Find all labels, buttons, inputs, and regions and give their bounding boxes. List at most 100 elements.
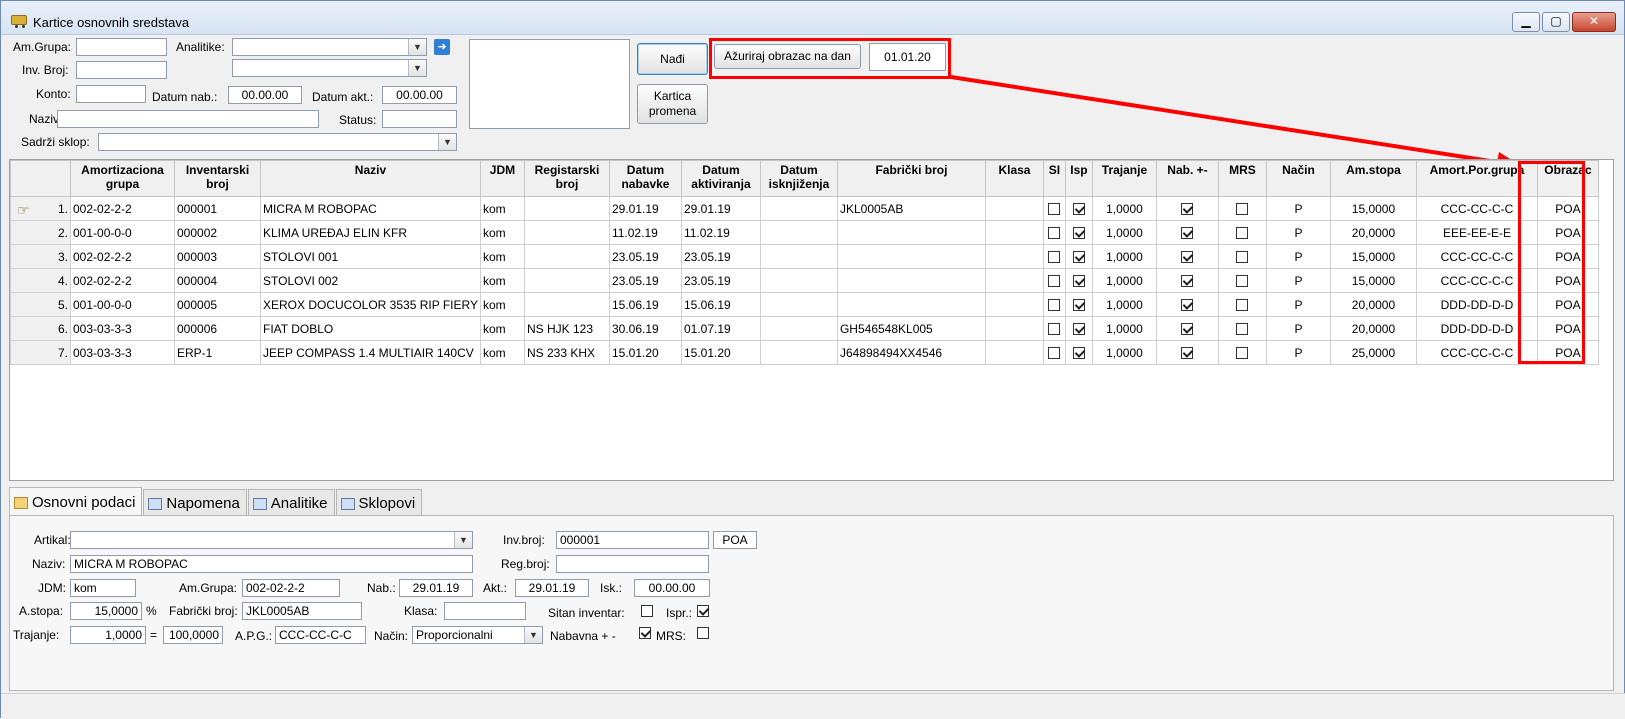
mrs-cell[interactable]: [1217, 220, 1267, 245]
asset-group-cell[interactable]: 002-02-2-2: [70, 268, 175, 293]
mrs-checkbox[interactable]: [1236, 227, 1249, 240]
column-header[interactable]: Am.stopa: [1329, 160, 1417, 197]
table-row[interactable]: 3. 002-02-2-2 000003 STOLOVI 001 kom 23.05.19…: [10, 244, 1599, 269]
registration-cell[interactable]: NS 233 KHX: [523, 340, 610, 365]
registration-cell[interactable]: [523, 220, 610, 245]
nab-input[interactable]: 29.01.19: [399, 579, 473, 597]
asset-name-cell[interactable]: STOLOVI 002: [260, 268, 481, 293]
activation-date-cell[interactable]: 15.06.19: [680, 292, 761, 317]
asset-group-cell[interactable]: 002-02-2-2: [70, 244, 175, 269]
tab-osnovni-podaci[interactable]: Osnovni podaci: [9, 487, 143, 515]
column-header[interactable]: Inventarski broj: [174, 160, 261, 197]
nab-pm-checkbox[interactable]: [1181, 227, 1194, 240]
unit-cell[interactable]: kom: [479, 268, 525, 293]
mrs-checkbox[interactable]: [697, 627, 709, 639]
si-cell[interactable]: [1042, 196, 1066, 221]
duration-cell[interactable]: 1,0000: [1091, 340, 1157, 365]
si-checkbox[interactable]: [1048, 203, 1061, 216]
isp-checkbox[interactable]: [1072, 299, 1085, 312]
nab-pm-checkbox[interactable]: [1181, 275, 1194, 288]
duration-cell[interactable]: 1,0000: [1091, 196, 1157, 221]
nab-pm-checkbox[interactable]: [1181, 299, 1194, 312]
mrs-cell[interactable]: [1217, 316, 1267, 341]
method-cell[interactable]: P: [1265, 316, 1331, 341]
column-header[interactable]: SI: [1042, 160, 1066, 197]
duration-cell[interactable]: 1,0000: [1091, 292, 1157, 317]
si-cell[interactable]: [1042, 220, 1066, 245]
activation-date-cell[interactable]: 23.05.19: [680, 268, 761, 293]
column-header[interactable]: Isp: [1064, 160, 1093, 197]
apg-input[interactable]: CCC-CC-C-C: [275, 626, 366, 644]
isp-checkbox[interactable]: [1072, 251, 1085, 264]
nab-pm-cell[interactable]: [1155, 292, 1219, 317]
tab-napomena[interactable]: Napomena: [143, 489, 247, 515]
writeoff-date-cell[interactable]: [759, 316, 838, 341]
rate-cell[interactable]: 15,0000: [1329, 244, 1417, 269]
inventory-number-cell[interactable]: 000003: [174, 244, 261, 269]
tab-sklopovi[interactable]: Sklopovi: [335, 489, 423, 515]
mrs-cell[interactable]: [1217, 292, 1267, 317]
nab-pm-cell[interactable]: [1155, 220, 1219, 245]
jdm-input[interactable]: kom: [70, 579, 136, 597]
asset-name-cell[interactable]: KLIMA UREĐAJ ELIN KFR: [260, 220, 481, 245]
table-row[interactable]: 5. 001-00-0-0 000005 XEROX DOCUCOLOR 3535 R…: [10, 292, 1599, 317]
isk-input[interactable]: 00.00.00: [634, 579, 710, 597]
assets-grid[interactable]: Amortizaciona grupa Inventarski broj Naziv…: [9, 159, 1614, 481]
duration-cell[interactable]: 1,0000: [1091, 316, 1157, 341]
class-cell[interactable]: [984, 220, 1044, 245]
klasa-input[interactable]: [444, 602, 526, 620]
mrs-checkbox[interactable]: [1236, 299, 1249, 312]
writeoff-date-cell[interactable]: [759, 244, 838, 269]
activation-date-cell[interactable]: 15.01.20: [680, 340, 761, 365]
akt-input[interactable]: 29.01.19: [515, 579, 589, 597]
si-cell[interactable]: [1042, 340, 1066, 365]
duration-cell[interactable]: 1,0000: [1091, 244, 1157, 269]
writeoff-date-cell[interactable]: [759, 220, 838, 245]
registration-cell[interactable]: [523, 244, 610, 269]
isp-checkbox[interactable]: [1072, 347, 1085, 360]
class-cell[interactable]: [984, 196, 1044, 221]
table-row[interactable]: 1. ☞ 002-02-2-2 000001 MICRA M ROBOPAC kom 29.…: [10, 196, 1599, 221]
naziv-detail-input[interactable]: MICRA M ROBOPAC: [70, 555, 473, 573]
si-cell[interactable]: [1042, 316, 1066, 341]
asset-group-cell[interactable]: 003-03-3-3: [70, 316, 175, 341]
obrazac-detail-field[interactable]: POA: [713, 531, 757, 549]
activation-date-cell[interactable]: 01.07.19: [680, 316, 761, 341]
mrs-checkbox[interactable]: [1236, 275, 1249, 288]
artikal-select[interactable]: ▼: [70, 531, 473, 549]
table-row[interactable]: 4. 002-02-2-2 000004 STOLOVI 002 kom 23.05.19…: [10, 268, 1599, 293]
rate-cell[interactable]: 25,0000: [1329, 340, 1417, 365]
class-cell[interactable]: [984, 268, 1044, 293]
isp-cell[interactable]: [1064, 316, 1093, 341]
nab-pm-checkbox[interactable]: [1181, 347, 1194, 360]
column-header[interactable]: Datum nabavke: [608, 160, 682, 197]
writeoff-date-cell[interactable]: [759, 340, 838, 365]
table-row[interactable]: 6. 003-03-3-3 000006 FIAT DOBLO kom NS HJK 12…: [10, 316, 1599, 341]
method-cell[interactable]: P: [1265, 244, 1331, 269]
isp-checkbox[interactable]: [1072, 227, 1085, 240]
mrs-checkbox[interactable]: [1236, 323, 1249, 336]
unit-cell[interactable]: kom: [479, 244, 525, 269]
inv-broj-detail-input[interactable]: 000001: [556, 531, 709, 549]
purchase-date-cell[interactable]: 23.05.19: [608, 268, 682, 293]
column-header[interactable]: Nab. +-: [1155, 160, 1219, 197]
writeoff-date-cell[interactable]: [759, 268, 838, 293]
rate-cell[interactable]: 20,0000: [1329, 220, 1417, 245]
method-cell[interactable]: P: [1265, 340, 1331, 365]
column-header[interactable]: JDM: [479, 160, 525, 197]
class-cell[interactable]: [984, 244, 1044, 269]
isp-cell[interactable]: [1064, 292, 1093, 317]
nab-pm-cell[interactable]: [1155, 196, 1219, 221]
nab-pm-cell[interactable]: [1155, 316, 1219, 341]
isp-cell[interactable]: [1064, 268, 1093, 293]
serial-number-cell[interactable]: [836, 268, 986, 293]
mrs-cell[interactable]: [1217, 340, 1267, 365]
trajanje-input[interactable]: 1,0000: [70, 626, 146, 644]
registration-cell[interactable]: [523, 292, 610, 317]
purchase-date-cell[interactable]: 29.01.19: [608, 196, 682, 221]
mrs-checkbox[interactable]: [1236, 347, 1249, 360]
reg-broj-input[interactable]: [556, 555, 709, 573]
activation-date-cell[interactable]: 29.01.19: [680, 196, 761, 221]
inventory-number-cell[interactable]: 000006: [174, 316, 261, 341]
isp-cell[interactable]: [1064, 220, 1093, 245]
